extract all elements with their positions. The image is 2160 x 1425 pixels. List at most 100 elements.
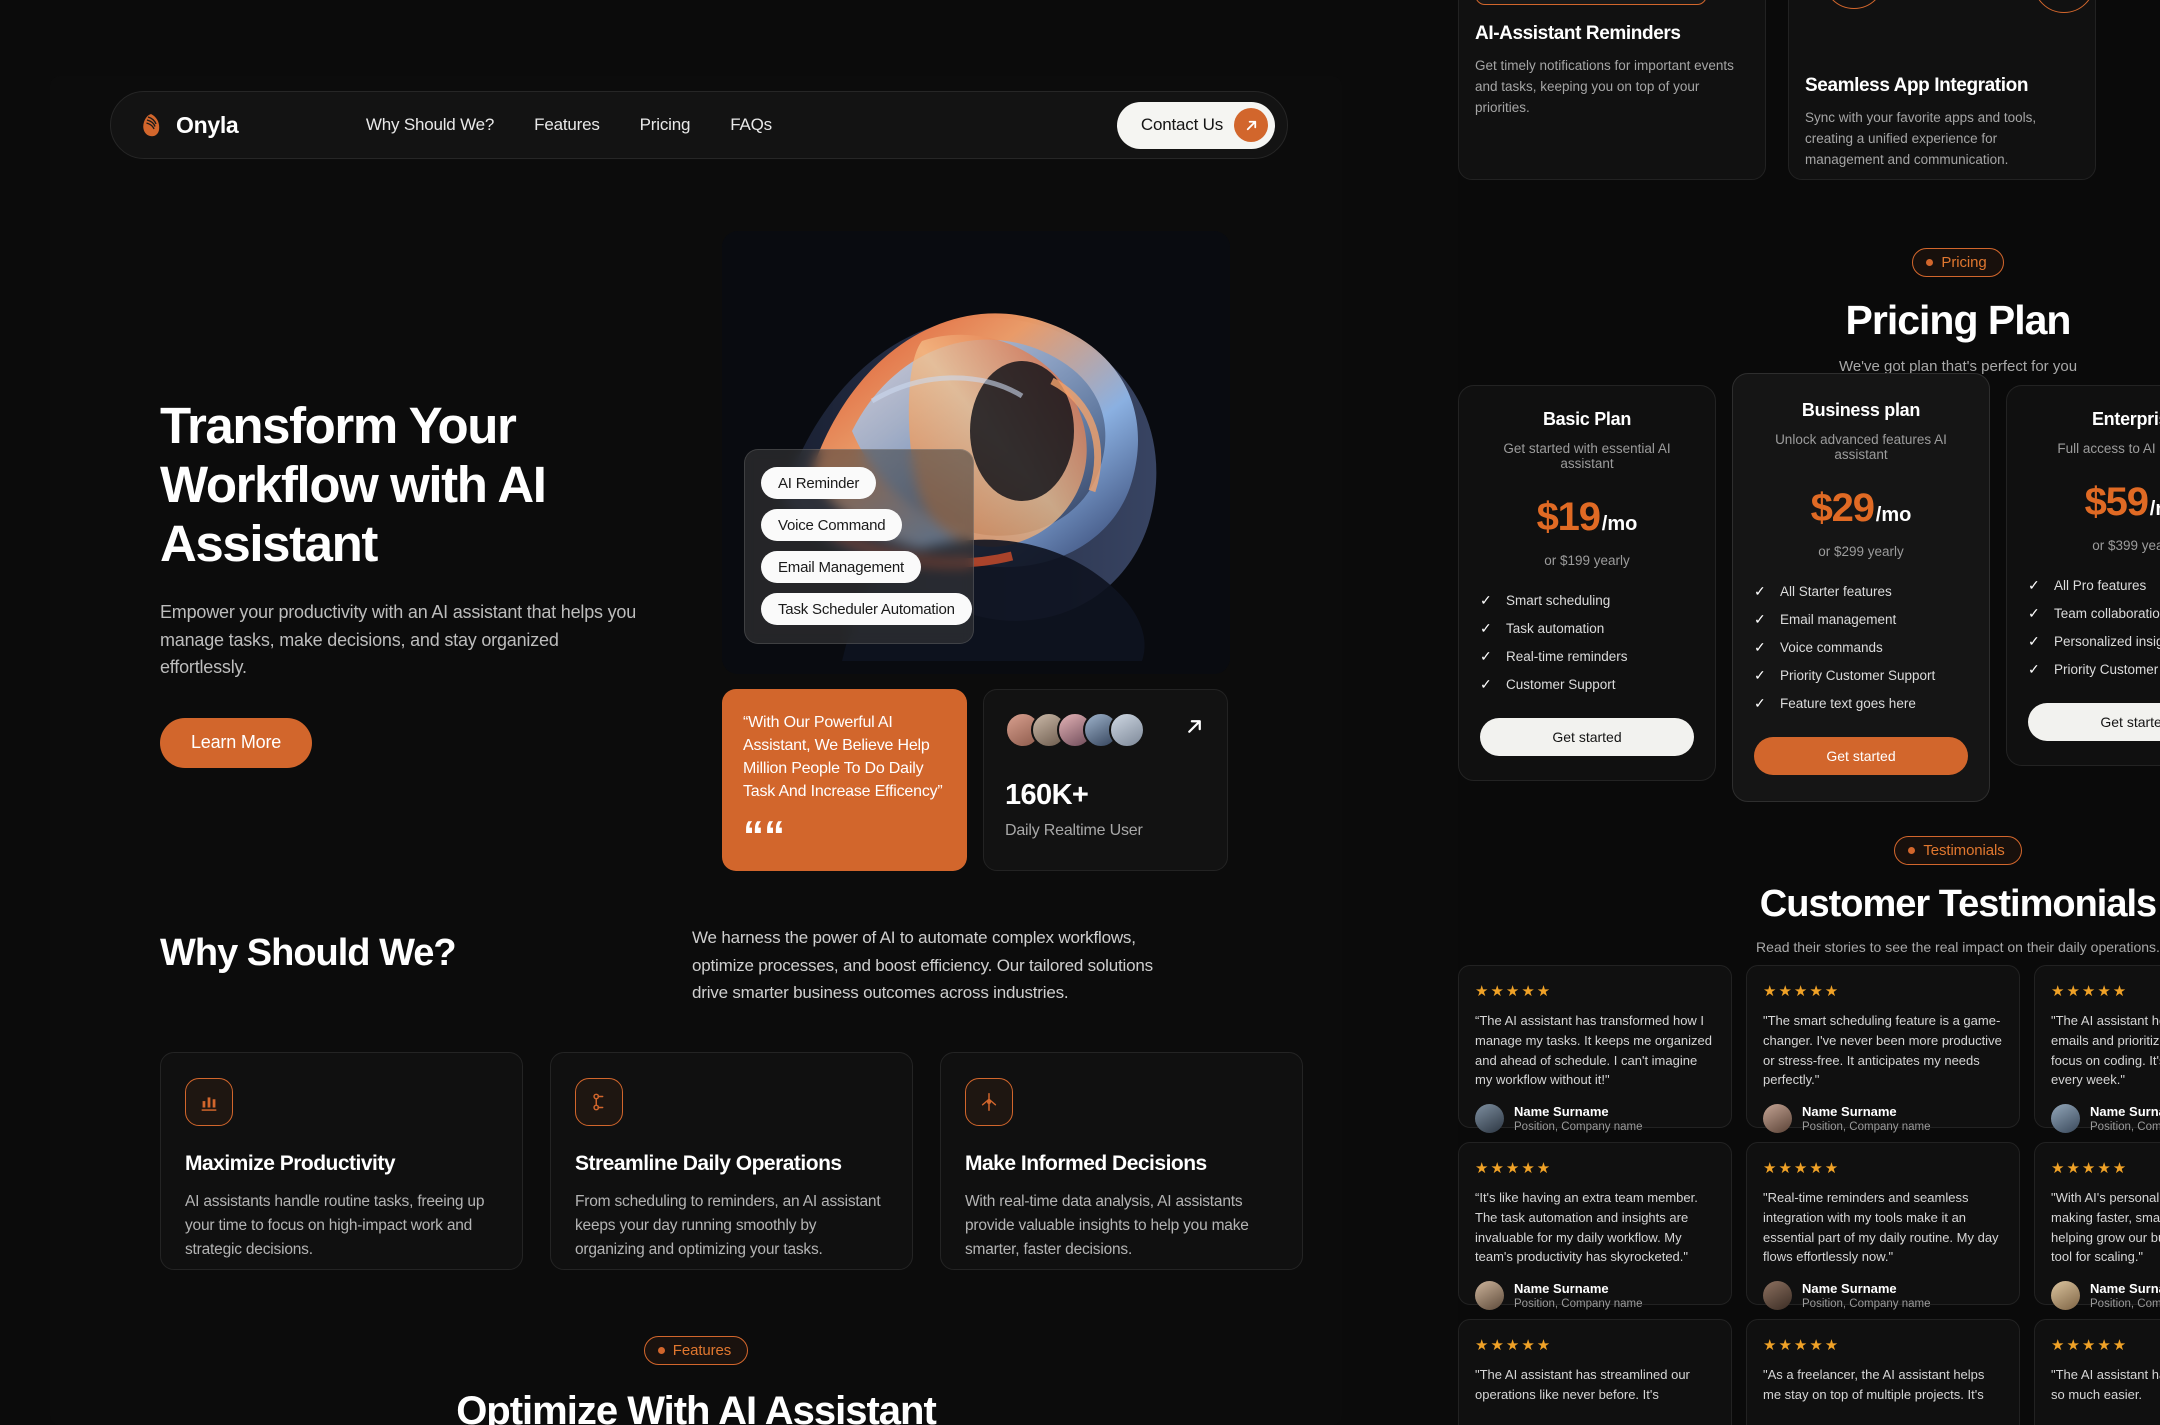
testimonial-card: ★★★★★ "The smart scheduling feature is a… <box>1746 965 2020 1133</box>
top-card-title: Seamless App Integration <box>1805 75 2029 96</box>
why-card-maximize-productivity[interactable]: Maximize Productivity AI assistants hand… <box>160 1052 523 1270</box>
plan-features: ✓ All Pro features ✓ Team collaboration ✓ P… <box>2028 577 2160 678</box>
plan-yearly-price: or $199 yearly <box>1544 553 1630 568</box>
plan-yearly-price: or $399 yearly <box>2092 538 2160 553</box>
page-title: Transform Your Workflow with AI Assistan… <box>160 397 547 573</box>
top-card-seamless-app-integration[interactable]: Seamless App Integration Sync with your … <box>1788 0 2096 180</box>
plan-feature: ✓ Priority Customer Support <box>1754 667 1968 684</box>
check-icon: ✓ <box>2028 633 2040 649</box>
pill-task-scheduler-automation[interactable]: Task Scheduler Automation <box>761 593 972 625</box>
why-card-title: Make Informed Decisions <box>965 1152 1207 1175</box>
plan-features: ✓ All Starter features ✓ Email management … <box>1754 583 1968 712</box>
onyla-leaf-logo-icon <box>137 111 165 139</box>
stat-card[interactable]: 160K+ Daily Realtime User <box>983 689 1228 871</box>
chat-row: Thank you for reminding me <box>1475 0 1749 5</box>
avatar <box>1475 1281 1504 1310</box>
app-board-icon <box>2033 0 2095 13</box>
testimonial-card: ★★★★★ “It's like having an extra team me… <box>1458 1142 1732 1310</box>
pricing-card-enterprise[interactable]: Enterprise Full access to AI assistant $… <box>2006 385 2160 766</box>
author-role: Position, Company name <box>1514 1121 1643 1133</box>
testimonial-text: "As a freelancer, the AI assistant helps… <box>1763 1367 1985 1402</box>
pill-voice-command[interactable]: Voice Command <box>761 509 903 541</box>
get-started-button[interactable]: Get started <box>1754 737 1968 775</box>
pill-email-management[interactable]: Email Management <box>761 551 922 583</box>
why-card-streamline-daily-operations[interactable]: Streamline Daily Operations From schedul… <box>550 1052 913 1270</box>
rating-stars-icon: ★★★★★ <box>2051 1337 2129 1354</box>
rating-stars-icon: ★★★★★ <box>2051 983 2129 1000</box>
hero-copy: Transform Your Workflow with AI Assistan… <box>160 396 680 768</box>
rating-stars-icon: ★★★★★ <box>2051 1160 2129 1177</box>
plan-feature: ✓ Team collaboration <box>2028 605 2160 622</box>
page-root: Onyla Why Should We? Features Pricing FA… <box>0 0 2160 1425</box>
testimonial-author: Name Surname Position, Company name <box>2051 1104 2160 1133</box>
rating-stars-icon: ★★★★★ <box>1763 983 1841 1000</box>
testimonial-card: ★★★★★ “The AI assistant has transformed … <box>1458 965 1732 1133</box>
pricing-heading: Pricing Plan <box>1845 297 2072 343</box>
plan-feature-label: Real-time reminders <box>1506 649 1628 664</box>
rating-stars-icon: ★★★★★ <box>1763 1160 1841 1177</box>
top-card-ai-assistant-reminders[interactable]: Thank you for reminding me AI-Assistant … <box>1458 0 1766 180</box>
workflow-branch-icon <box>575 1078 623 1126</box>
pill-ai-reminder[interactable]: AI Reminder <box>761 467 877 499</box>
plan-feature-label: Task automation <box>1506 621 1605 636</box>
get-started-button[interactable]: Get started <box>2028 703 2160 741</box>
testimonial-card: ★★★★★ "Real-time reminders and seamless … <box>1746 1142 2020 1310</box>
plan-feature-label: All Starter features <box>1780 584 1892 599</box>
nav-link-faqs[interactable]: FAQs <box>730 115 772 135</box>
testimonial-author: Name Surname Position, Company name <box>1475 1281 1715 1310</box>
badge-dot-icon <box>1926 259 1934 266</box>
nav-link-features[interactable]: Features <box>534 115 600 135</box>
pricing-card-basic-plan[interactable]: Basic Plan Get started with essential AI… <box>1458 385 1716 781</box>
plan-feature-label: Personalized insights <box>2054 634 2160 649</box>
testimonial-text: “It's like having an extra team member. … <box>1475 1190 1698 1265</box>
plan-feature-label: Customer Support <box>1506 677 1616 692</box>
author-info: Name Surname Position, Company name <box>2090 1104 2160 1133</box>
get-started-button[interactable]: Get started <box>1480 718 1694 756</box>
plan-feature: ✓ All Pro features <box>2028 577 2160 594</box>
plan-feature-label: Priority Customer Support <box>2054 662 2160 677</box>
brand[interactable]: Onyla <box>137 111 239 139</box>
why-card-body: AI assistants handle routine tasks, free… <box>185 1193 485 1259</box>
bar-chart-icon <box>185 1078 233 1126</box>
arrow-up-right-icon[interactable] <box>1184 716 1205 743</box>
top-card-body: Sync with your favorite apps and tools, … <box>1805 110 2037 168</box>
why-card-make-informed-decisions[interactable]: Make Informed Decisions With real-time d… <box>940 1052 1303 1270</box>
avatar <box>1109 712 1145 748</box>
check-icon: ✓ <box>2028 661 2040 677</box>
plan-feature: ✓ Email management <box>1754 611 1968 628</box>
plan-price: $19 /mo <box>1480 495 1694 540</box>
plan-feature-label: All Pro features <box>2054 578 2147 593</box>
pricing-card-business-plan[interactable]: Business plan Unlock advanced features A… <box>1732 373 1990 802</box>
nav-link-why-should-we[interactable]: Why Should We? <box>366 115 494 135</box>
author-role: Position, Company name <box>1514 1298 1643 1310</box>
author-role: Position, Company name <box>2090 1121 2160 1133</box>
check-icon: ✓ <box>1480 648 1492 664</box>
testimonial-card: ★★★★★ "The AI assistant has streamlined … <box>1458 1319 1732 1425</box>
contact-us-button[interactable]: Contact Us <box>1116 101 1275 149</box>
testimonial-text: "The AI assistant helps me manage emails… <box>2051 1013 2160 1088</box>
badge-dot-icon <box>657 1347 665 1354</box>
decision-node-icon <box>965 1078 1013 1126</box>
why-paragraph: We harness the power of AI to automate c… <box>692 928 1153 1003</box>
avatar-group <box>1005 712 1206 748</box>
plan-name: Basic Plan <box>1542 409 1632 429</box>
author-name: Name Surname <box>1802 1104 1897 1119</box>
testimonial-card: ★★★★★ "As a freelancer, the AI assistant… <box>1746 1319 2020 1425</box>
testimonial-card: ★★★★★ "The AI assistant helps me manage … <box>2034 965 2160 1133</box>
nav-links: Why Should We? Features Pricing FAQs <box>366 115 772 135</box>
testimonial-author: Name Surname Position, Company name <box>1763 1104 2003 1133</box>
author-info: Name Surname Position, Company name <box>1802 1104 1930 1133</box>
rating-stars-icon: ★★★★★ <box>1475 983 1553 1000</box>
plan-description: Full access to AI assistant <box>2057 441 2160 456</box>
why-cards: Maximize Productivity AI assistants hand… <box>160 1052 1303 1270</box>
why-card-body: With real-time data analysis, AI assista… <box>965 1193 1249 1259</box>
testimonial-author: Name Surname Position, Company name <box>1475 1104 1715 1133</box>
testimonial-card: ★★★★★ "The AI assistant has made coordin… <box>2034 1319 2160 1425</box>
integration-visual <box>1805 0 2095 57</box>
nav-link-pricing[interactable]: Pricing <box>640 115 691 135</box>
testimonial-text: "The AI assistant has streamlined our op… <box>1475 1367 1690 1402</box>
arrow-up-right-icon <box>1234 108 1268 142</box>
check-icon: ✓ <box>2028 605 2040 621</box>
learn-more-button[interactable]: Learn More <box>160 717 313 768</box>
testimonial-text: "The AI assistant has made coordination … <box>2051 1367 2160 1402</box>
